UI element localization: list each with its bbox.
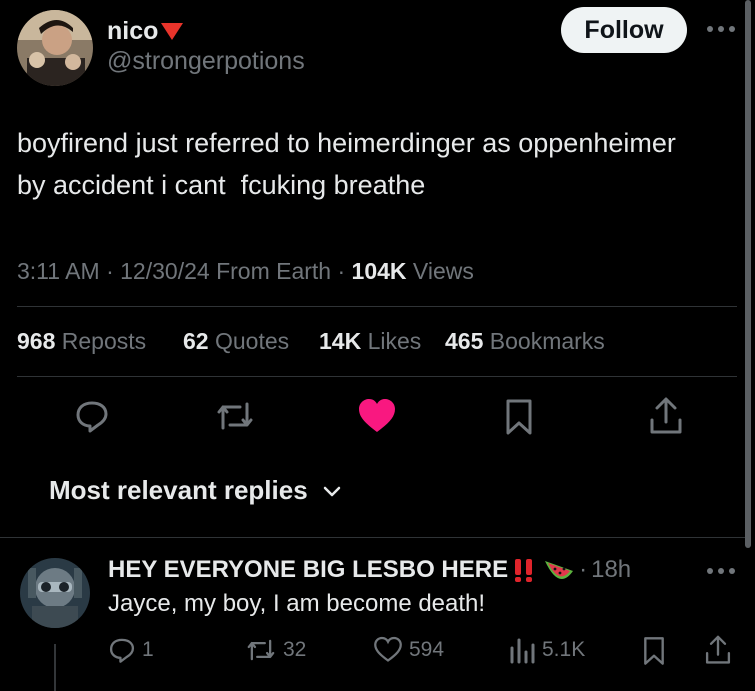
like-heart-icon[interactable]	[357, 398, 397, 434]
author-handle[interactable]: @strongerpotions	[107, 47, 305, 76]
bookmarks-label: Bookmarks	[489, 328, 605, 354]
repost-icon[interactable]	[214, 398, 256, 434]
divider	[0, 537, 745, 538]
reply-share-icon[interactable]	[704, 634, 732, 666]
post-text-line2: by accident i cant fcuking breathe	[17, 170, 426, 200]
share-icon[interactable]	[648, 396, 684, 436]
views-count: 104K	[351, 258, 407, 284]
reply-views-count: 5.1K	[542, 638, 586, 661]
likes-stat[interactable]: 14K Likes	[319, 328, 421, 355]
reply-icon	[109, 638, 135, 663]
double-exclamation-icon	[511, 557, 537, 583]
quotes-stat[interactable]: 62 Quotes	[183, 328, 289, 355]
meta-separator: ·	[106, 258, 114, 284]
reply-like-action[interactable]: 594	[373, 636, 444, 664]
reply-bookmark-icon[interactable]	[641, 636, 667, 666]
bookmarks-count: 465	[445, 328, 484, 354]
thread-line	[54, 644, 56, 691]
reply-icon[interactable]	[74, 398, 110, 434]
reply-separator: ·	[579, 556, 588, 583]
reposts-label: Reposts	[61, 328, 147, 354]
likes-count: 14K	[319, 328, 362, 354]
post-source: From Earth	[216, 258, 332, 284]
reply-header: HEY EVERYONE BIG LESBO HERE · 18h	[108, 556, 631, 584]
reply-avatar[interactable]	[20, 558, 90, 628]
views-label: Views	[412, 258, 474, 284]
reply-time[interactable]: 18h	[591, 556, 631, 584]
repost-icon	[247, 639, 275, 661]
post-time[interactable]: 3:11 AM	[17, 258, 100, 284]
reply-likes-count: 594	[409, 638, 445, 661]
likes-label: Likes	[367, 328, 422, 354]
reply-reply-action[interactable]: 1	[108, 636, 154, 664]
follow-button[interactable]: Follow	[561, 7, 687, 53]
reply-display-name[interactable]: HEY EVERYONE BIG LESBO HERE	[108, 556, 508, 584]
meta-separator: ·	[337, 258, 346, 284]
divider	[17, 306, 737, 307]
scrollbar[interactable]	[745, 0, 751, 548]
author-avatar[interactable]	[17, 10, 93, 86]
chevron-down-icon	[322, 484, 342, 498]
post-meta: 3:11 AM · 12/30/24 From Earth · 104K Vie…	[17, 258, 474, 285]
reposts-count: 968	[17, 328, 56, 354]
reply-repost-action[interactable]: 32	[245, 636, 306, 664]
reply-reposts-count: 32	[283, 638, 307, 661]
reply-text: Jayce, my boy, I am become death!	[108, 590, 486, 617]
bookmark-icon[interactable]	[503, 398, 535, 436]
quotes-label: Quotes	[214, 328, 290, 354]
reply-replies-count: 1	[142, 638, 154, 661]
replies-sort-label: Most relevant replies	[49, 475, 308, 505]
reposts-stat[interactable]: 968 Reposts	[17, 328, 146, 355]
author-display-name[interactable]: nico	[107, 17, 158, 46]
heart-icon	[374, 636, 402, 662]
post-text-line1: boyfirend just referred to heimerdinger …	[17, 128, 676, 158]
reply-more-icon[interactable]	[706, 566, 736, 576]
more-options-icon[interactable]	[706, 24, 736, 34]
quotes-count: 62	[183, 328, 209, 354]
views-chart-icon	[510, 638, 535, 664]
post-date[interactable]: 12/30/24	[120, 258, 210, 284]
divider	[17, 376, 737, 377]
red-triangle-icon	[160, 21, 184, 41]
replies-sort-dropdown[interactable]: Most relevant replies	[49, 475, 342, 506]
reply-views-action[interactable]: 5.1K	[508, 636, 585, 664]
bookmarks-stat[interactable]: 465 Bookmarks	[445, 328, 605, 355]
watermelon-icon	[543, 557, 575, 583]
